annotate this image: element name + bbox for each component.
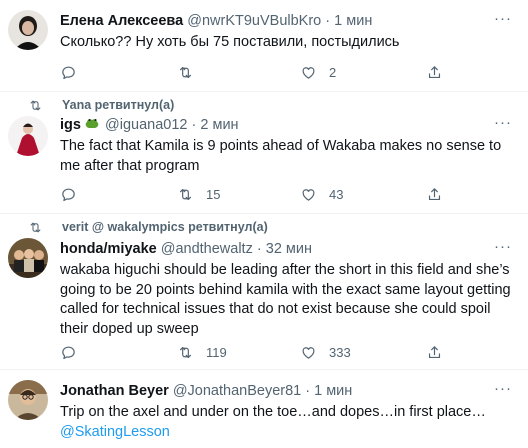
tweet-text: wakaba higuchi should be leading after t…	[60, 262, 511, 337]
share-button[interactable]	[426, 342, 443, 362]
separator-dot: ·	[325, 13, 331, 29]
separator-dot: ·	[256, 241, 262, 257]
share-button[interactable]	[426, 184, 443, 204]
tweet-text: The fact that Kamila is 9 points ahead o…	[60, 138, 502, 174]
tweet-actions: 15 43	[60, 184, 460, 204]
tweet-header: igs @iguana012 · 2 мин	[60, 116, 516, 134]
like-count: 2	[329, 64, 337, 80]
like-button[interactable]: 333	[300, 342, 351, 362]
timestamp[interactable]: 2 мин	[200, 117, 238, 133]
share-icon	[428, 187, 441, 200]
avatar[interactable]	[8, 10, 48, 50]
avatar[interactable]	[8, 238, 48, 278]
tweet-header: Елена Алексеева @nwrKT9uVBulbKro · 1 мин	[60, 12, 516, 30]
like-button[interactable]: 2	[300, 62, 336, 82]
tweet-3[interactable]: verit @ wakalympics ретвитнул(а) honda/m…	[0, 214, 528, 370]
reply-icon	[62, 346, 75, 359]
reply-button[interactable]	[60, 62, 89, 82]
retweet-context: verit @ wakalympics ретвитнул(а)	[30, 220, 268, 234]
retweet-context: Yana ретвитнул(а)	[30, 98, 174, 112]
tweet-2[interactable]: Yana ретвитнул(а) igs @iguana012 · 2 мин…	[0, 92, 528, 214]
author-name[interactable]: honda/miyake	[60, 241, 157, 257]
author-handle[interactable]: @JonathanBeyer81	[173, 383, 301, 399]
retweet-button[interactable]	[177, 62, 206, 82]
author-handle[interactable]: @andthewaltz	[161, 241, 253, 257]
more-icon[interactable]: ···	[494, 114, 512, 131]
separator-dot: ·	[191, 117, 197, 133]
author-name[interactable]: Jonathan Beyer	[60, 383, 169, 399]
like-icon	[302, 346, 315, 359]
timestamp[interactable]: 1 мин	[334, 13, 372, 29]
share-icon	[428, 345, 441, 358]
avatar[interactable]	[8, 380, 48, 420]
like-count: 43	[329, 186, 344, 202]
like-icon	[302, 66, 315, 79]
retweet-icon	[179, 66, 192, 78]
timestamp[interactable]: 32 мин	[266, 241, 312, 257]
retweet-icon	[179, 188, 192, 200]
share-button[interactable]	[426, 62, 443, 82]
like-button[interactable]: 43	[300, 184, 343, 204]
tweet-4[interactable]: Jonathan Beyer @JonathanBeyer81 · 1 мин …	[0, 370, 528, 448]
tweet-1[interactable]: Елена Алексеева @nwrKT9uVBulbKro · 1 мин…	[0, 0, 528, 92]
retweet-count: 119	[206, 344, 227, 360]
more-icon[interactable]: ···	[494, 10, 512, 27]
retweet-count: 15	[206, 186, 221, 202]
tweet-header: Jonathan Beyer @JonathanBeyer81 · 1 мин	[60, 382, 516, 400]
reply-icon	[62, 66, 75, 79]
frog-emoji-icon	[85, 119, 99, 128]
retweet-icon	[30, 100, 41, 110]
tweet-text-body: Trip on the axel and under on the toe…an…	[60, 404, 486, 420]
retweet-button[interactable]: 119	[177, 342, 227, 362]
timestamp[interactable]: 1 мин	[314, 383, 352, 399]
retweet-icon	[179, 346, 192, 358]
avatar[interactable]	[8, 116, 48, 156]
retweet-button[interactable]: 15	[177, 184, 220, 204]
tweet-actions: 119 333	[60, 342, 460, 362]
retweeted-by[interactable]: Yana ретвитнул(а)	[62, 98, 174, 112]
tweet-header: honda/miyake @andthewaltz · 32 мин	[60, 240, 516, 258]
mention-link[interactable]: @SkatingLesson	[60, 424, 170, 440]
author-handle[interactable]: @iguana012	[105, 117, 187, 133]
retweet-icon	[30, 222, 41, 232]
reply-button[interactable]	[60, 342, 89, 362]
separator-dot: ·	[305, 383, 311, 399]
retweeted-by[interactable]: verit @ wakalympics ретвитнул(а)	[62, 220, 268, 234]
tweet-text: Trip on the axel and under on the toe…an…	[60, 403, 516, 442]
like-icon	[302, 188, 315, 201]
reply-icon	[62, 188, 75, 201]
more-icon[interactable]: ···	[494, 238, 512, 255]
author-name[interactable]: Елена Алексеева	[60, 13, 183, 29]
more-icon[interactable]: ···	[494, 380, 512, 397]
share-icon	[428, 65, 441, 78]
tweet-text: Сколько?? Ну хоть бы 75 поставили, посты…	[60, 34, 400, 50]
tweet-actions: 2	[60, 62, 460, 82]
author-name[interactable]: igs	[60, 117, 81, 133]
reply-button[interactable]	[60, 184, 89, 204]
like-count: 333	[329, 344, 351, 360]
author-handle[interactable]: @nwrKT9uVBulbKro	[187, 13, 321, 29]
